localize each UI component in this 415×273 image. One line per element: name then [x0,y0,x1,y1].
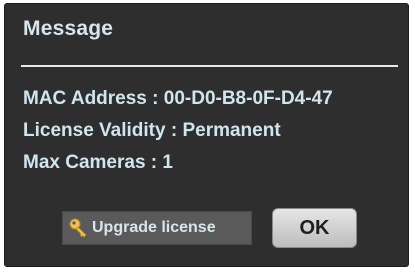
title-divider [21,65,398,67]
max-cameras-text: Max Cameras : 1 [23,152,173,173]
ok-button[interactable]: OK [272,208,357,248]
mac-address-text: MAC Address : 00-D0-B8-0F-D4-47 [23,88,333,109]
license-validity-text: License Validity : Permanent [23,120,281,141]
dialog-title: Message [23,17,114,40]
message-dialog: Message MAC Address : 00-D0-B8-0F-D4-47 … [4,3,409,267]
upgrade-license-label: Upgrade license [92,219,216,236]
key-icon [68,217,90,239]
upgrade-license-button[interactable]: Upgrade license [62,211,252,245]
